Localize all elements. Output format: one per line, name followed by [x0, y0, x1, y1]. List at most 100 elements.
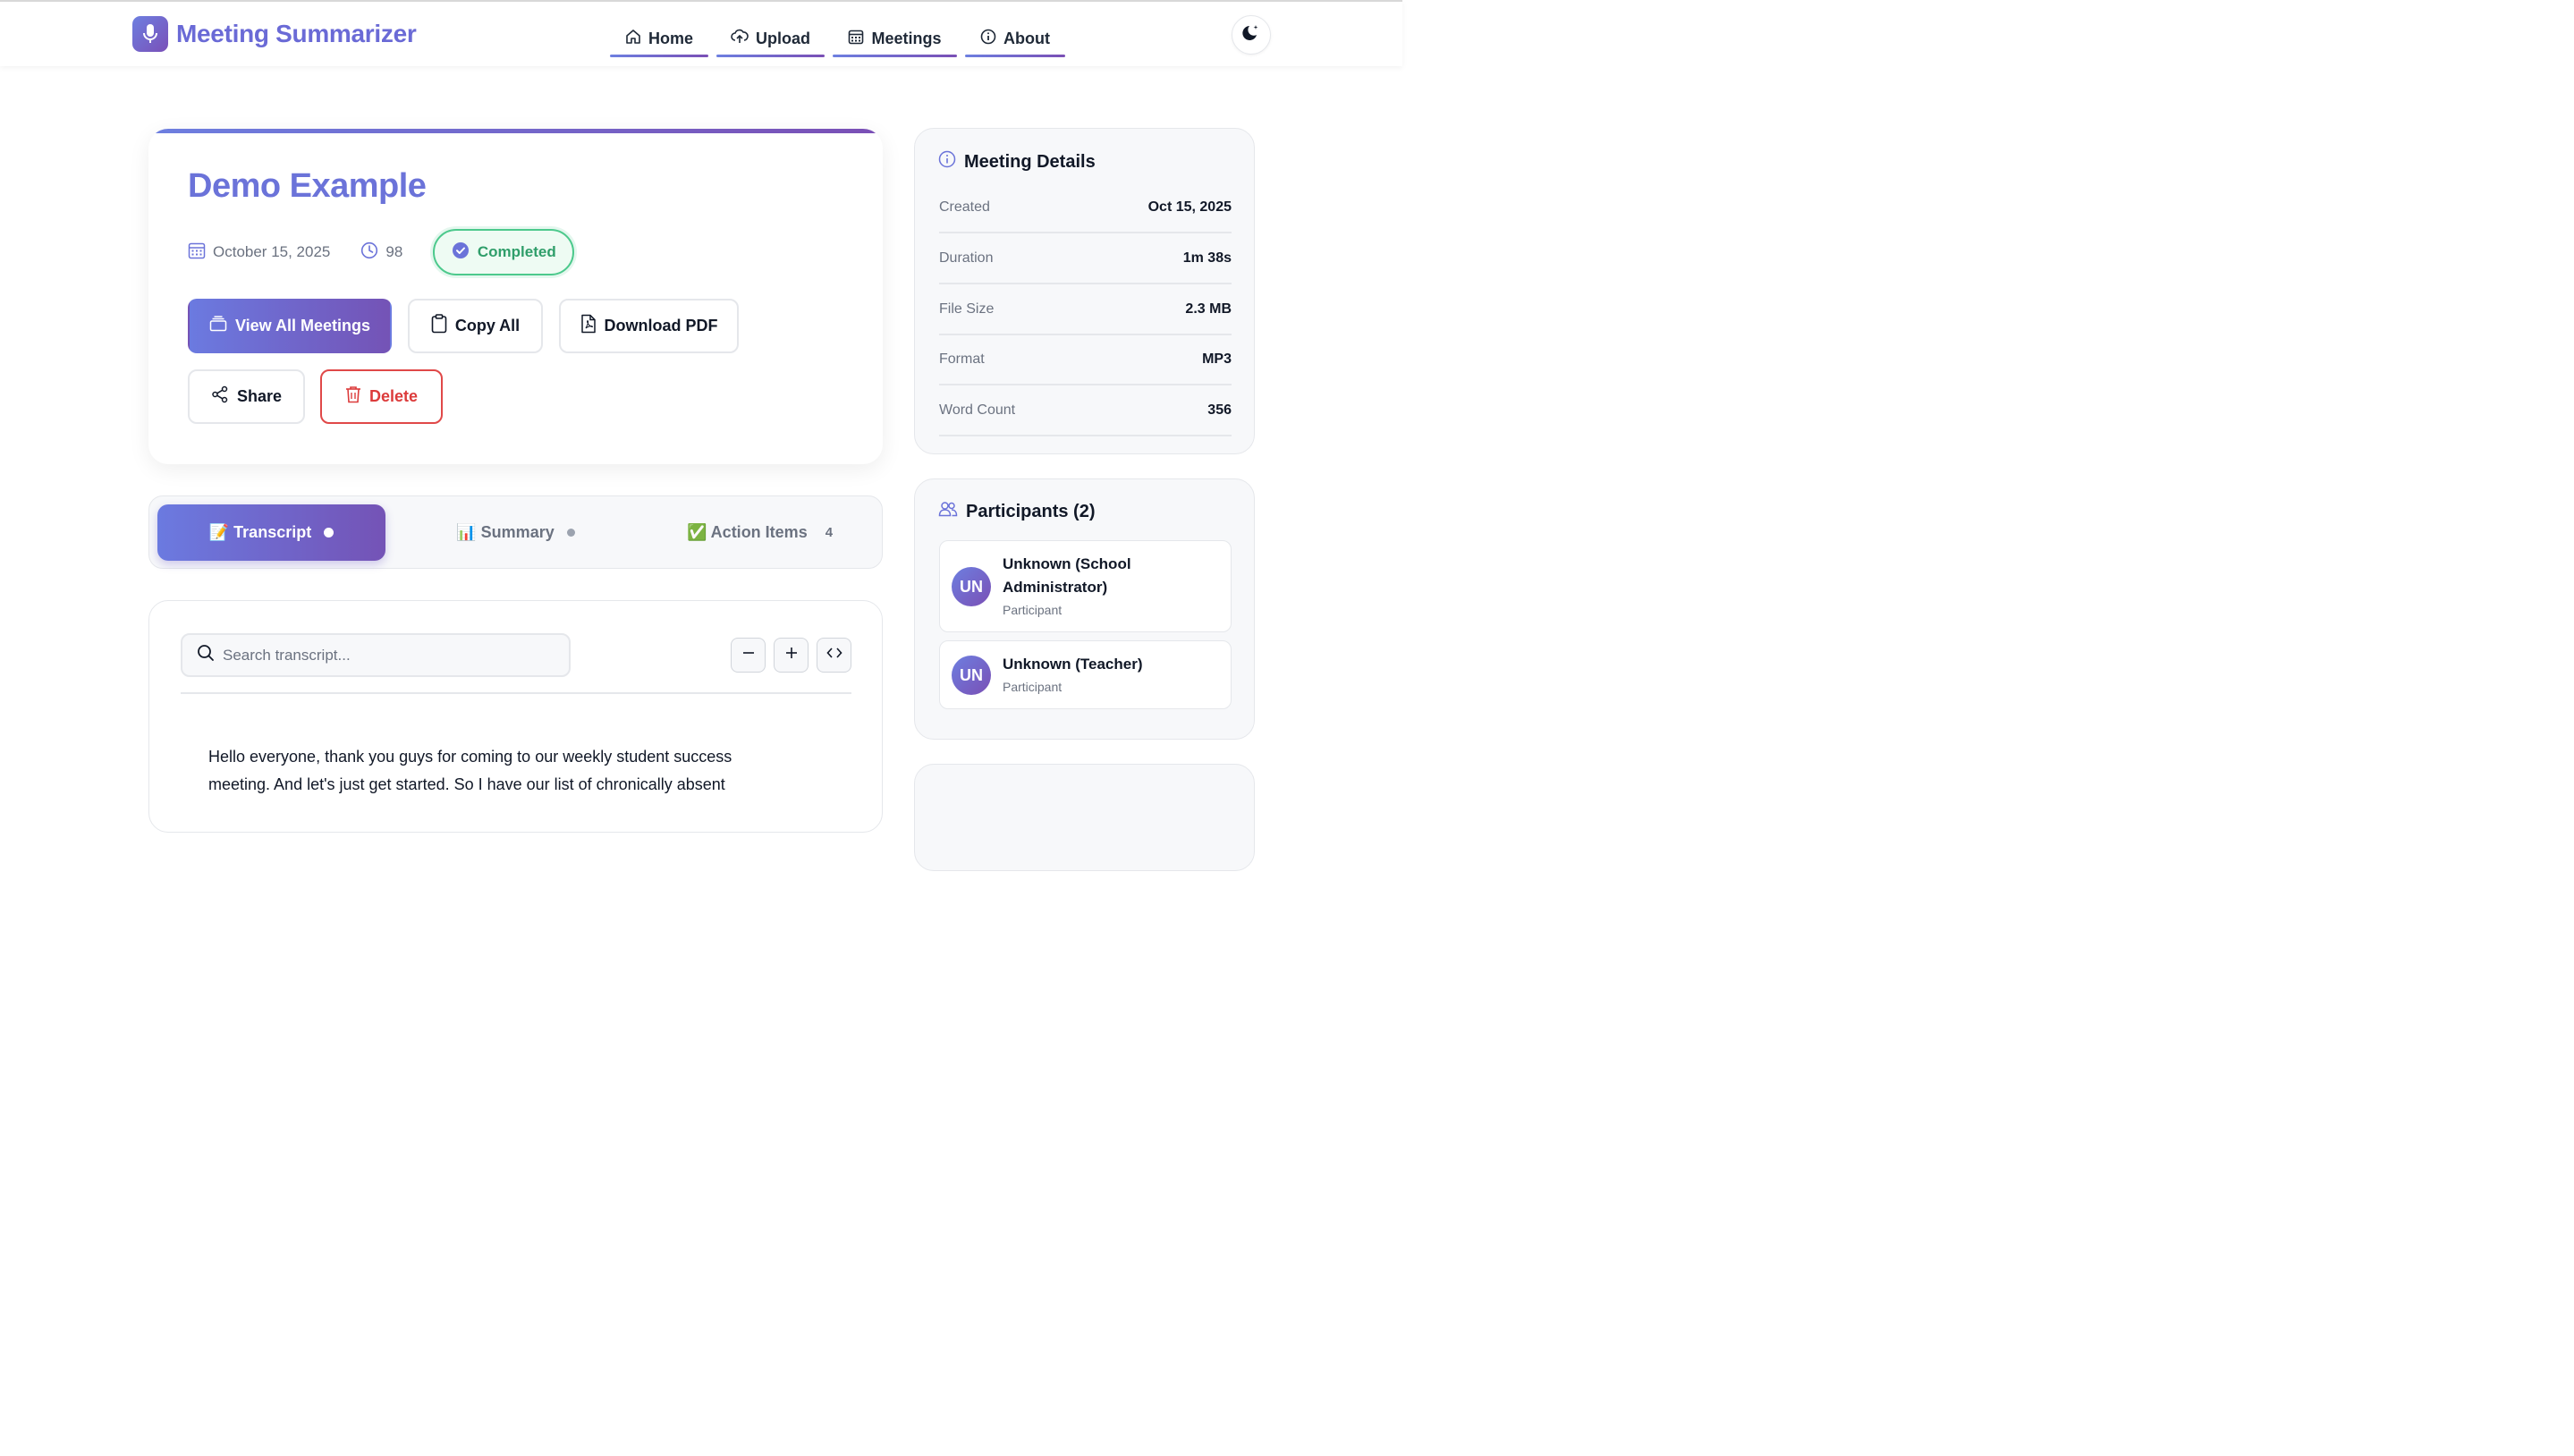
participants-title: Participants (2)	[966, 501, 1096, 521]
participants-panel: Participants (2) UN Unknown (School Admi…	[914, 478, 1255, 740]
clock-icon	[360, 241, 378, 264]
transcript-text: Hello everyone, thank you guys for comin…	[208, 748, 732, 793]
status-badge: Completed	[433, 229, 575, 275]
search-input[interactable]	[223, 646, 545, 665]
cloud-upload-icon	[731, 29, 749, 49]
content-tabs: 📝 Transcript 📊 Summary ✅ Action Items 4	[148, 495, 883, 569]
top-navbar: Meeting Summarizer Home Upload Meetings …	[0, 0, 1402, 66]
detail-key: Duration	[939, 250, 994, 266]
download-pdf-button[interactable]: Download PDF	[559, 299, 739, 353]
nav-meetings-label: Meetings	[871, 29, 942, 47]
meeting-meta: October 15, 2025 98 Completed	[188, 229, 575, 275]
app-title: Meeting Summarizer	[176, 20, 417, 47]
nav-home-label: Home	[648, 29, 693, 47]
trash-icon	[345, 385, 361, 408]
check-circle-icon	[452, 241, 470, 264]
active-indicator-dot	[324, 528, 334, 538]
detail-value: 1m 38s	[1182, 250, 1232, 266]
detail-row-file-size: File Size 2.3 MB	[939, 284, 1232, 335]
app-logo[interactable]: Meeting Summarizer	[132, 15, 417, 53]
stack-icon	[209, 316, 227, 336]
participant-card[interactable]: UN Unknown (Teacher) Participant	[939, 640, 1232, 709]
search-icon	[197, 644, 215, 666]
detail-value: MP3	[1202, 351, 1232, 367]
calendar-icon	[188, 241, 206, 264]
plus-icon	[784, 646, 799, 665]
participant-name: Unknown (Teacher)	[1003, 656, 1143, 673]
detail-row-created: Created Oct 15, 2025	[939, 182, 1232, 233]
meeting-duration: 98	[360, 241, 402, 264]
participants-header: Participants (2)	[938, 501, 1095, 522]
detail-value: 2.3 MB	[1185, 301, 1232, 317]
nav-about[interactable]: About	[965, 20, 1065, 57]
delete-button[interactable]: Delete	[320, 369, 443, 424]
next-panel	[914, 764, 1255, 871]
view-all-meetings-button[interactable]: View All Meetings	[188, 299, 392, 353]
participant-name: Unknown (School Administrator)	[1003, 555, 1131, 596]
minus-icon	[741, 646, 756, 665]
action-items-count: 4	[825, 525, 834, 540]
theme-toggle-button[interactable]	[1232, 15, 1271, 55]
copy-all-button[interactable]: Copy All	[408, 299, 543, 353]
tab-summary-label: 📊 Summary	[456, 523, 555, 541]
meeting-details-header: Meeting Details	[938, 150, 1096, 174]
microphone-icon	[132, 16, 168, 52]
info-icon	[980, 29, 996, 49]
detail-row-duration: Duration 1m 38s	[939, 233, 1232, 284]
tab-action-items-label: ✅ Action Items	[686, 523, 808, 541]
nav-upload[interactable]: Upload	[716, 20, 825, 57]
code-view-button[interactable]	[817, 638, 851, 673]
info-icon	[938, 150, 956, 174]
meeting-date-text: October 15, 2025	[213, 243, 331, 260]
avatar: UN	[952, 567, 991, 606]
tab-transcript-label: 📝 Transcript	[208, 523, 312, 541]
share-button[interactable]: Share	[188, 369, 305, 424]
download-pdf-label: Download PDF	[604, 317, 718, 334]
card-accent-bar	[148, 129, 883, 133]
delete-label: Delete	[368, 387, 419, 405]
home-icon	[625, 29, 641, 49]
indicator-dot	[566, 529, 575, 537]
detail-key: Word Count	[939, 402, 1016, 418]
detail-value: 356	[1207, 402, 1232, 418]
meeting-date: October 15, 2025	[188, 241, 330, 264]
code-icon	[826, 647, 842, 664]
detail-row-word-count: Word Count 356	[939, 385, 1232, 436]
participant-role: Participant	[1003, 680, 1063, 694]
detail-key: File Size	[939, 301, 995, 317]
nav-home[interactable]: Home	[610, 20, 708, 57]
tab-summary[interactable]: 📊 Summary	[402, 504, 630, 561]
nav-meetings[interactable]: Meetings	[833, 20, 957, 57]
meeting-title: Demo Example	[188, 167, 427, 205]
copy-all-label: Copy All	[454, 317, 521, 334]
meeting-header-card: Demo Example October 15, 2025 98 Complet…	[148, 129, 883, 464]
participant-role: Participant	[1003, 603, 1063, 617]
moon-icon	[1241, 23, 1261, 47]
meeting-details-title: Meeting Details	[964, 151, 1096, 172]
pdf-file-icon	[580, 314, 597, 338]
meeting-duration-text: 98	[385, 243, 403, 260]
transcript-search	[181, 633, 571, 677]
calendar-icon	[848, 29, 864, 49]
clipboard-icon	[431, 314, 447, 338]
detail-key: Created	[939, 199, 990, 215]
zoom-in-button[interactable]	[774, 638, 809, 673]
users-icon	[938, 501, 958, 522]
nav-about-label: About	[1003, 29, 1050, 47]
status-text: Completed	[477, 243, 556, 260]
avatar: UN	[952, 656, 991, 695]
share-icon	[211, 385, 229, 408]
tab-action-items[interactable]: ✅ Action Items 4	[646, 504, 874, 561]
detail-value: Oct 15, 2025	[1147, 199, 1232, 215]
transcript-panel: Hello everyone, thank you guys for comin…	[148, 600, 883, 833]
detail-row-format: Format MP3	[939, 334, 1232, 385]
tab-transcript[interactable]: 📝 Transcript	[157, 504, 385, 561]
nav-upload-label: Upload	[756, 29, 810, 47]
zoom-out-button[interactable]	[731, 638, 766, 673]
share-label: Share	[236, 387, 283, 405]
meeting-details-panel: Meeting Details Created Oct 15, 2025 Dur…	[914, 128, 1255, 454]
view-all-meetings-label: View All Meetings	[234, 317, 371, 334]
detail-key: Format	[939, 351, 985, 367]
divider	[181, 692, 851, 694]
participant-card[interactable]: UN Unknown (School Administrator) Partic…	[939, 540, 1232, 632]
